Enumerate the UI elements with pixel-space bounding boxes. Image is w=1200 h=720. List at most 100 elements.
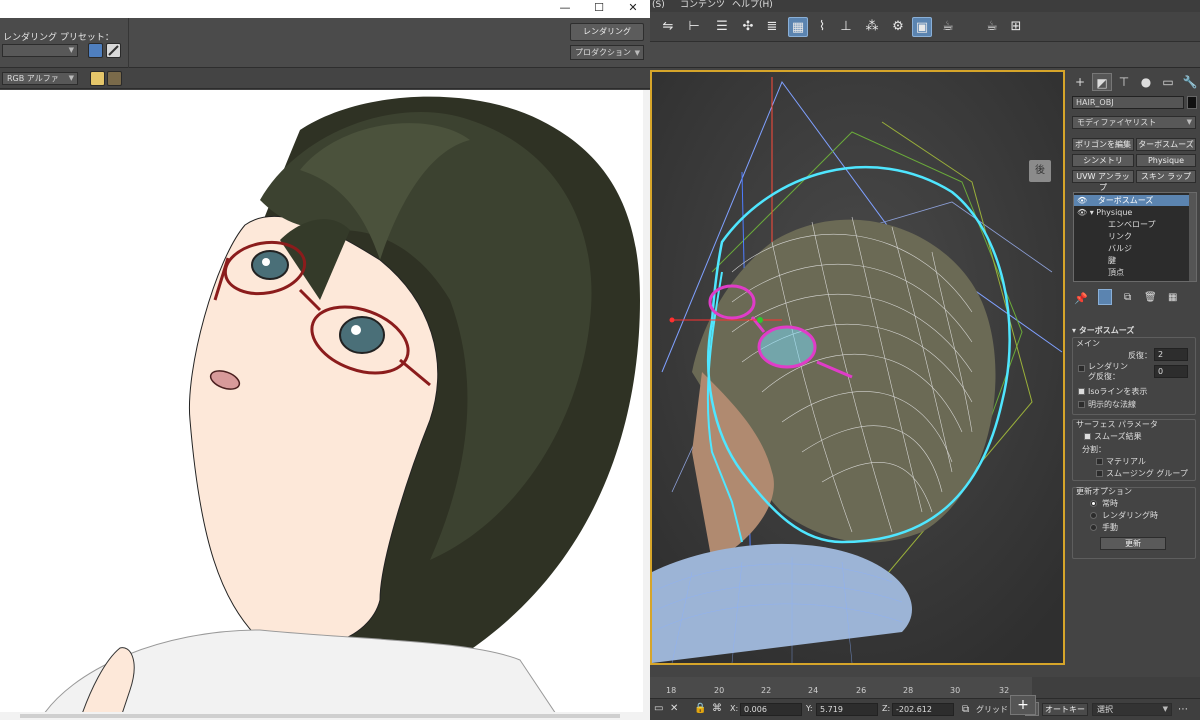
timeline-tick: 18 [666, 686, 677, 695]
preset-settings-icon[interactable] [106, 43, 121, 58]
stack-sub-vertex[interactable]: 頂点 [1074, 267, 1190, 278]
render-activeshade-icon[interactable]: ☕ [982, 17, 1002, 37]
material-checkbox[interactable] [1096, 458, 1103, 465]
modifier-button-physique[interactable]: Physique [1136, 154, 1196, 167]
z-coordinate-field[interactable]: -202.612 [892, 703, 954, 716]
menu-item-help[interactable]: ヘルプ(H) [732, 0, 773, 11]
preset-save-icon[interactable] [88, 43, 103, 58]
make-unique-icon[interactable]: ⧉ [1124, 292, 1131, 303]
schematic-view-icon[interactable]: ⌇ [812, 17, 832, 37]
maximize-button[interactable]: ☐ [582, 0, 616, 18]
modifier-button-skin-wrap[interactable]: スキン ラップ [1136, 170, 1196, 183]
object-color-swatch[interactable] [1187, 96, 1197, 109]
chevron-down-icon: ▼ [1186, 118, 1192, 126]
z-label: Z: [882, 704, 891, 713]
timeline[interactable]: 18 20 22 24 26 28 30 32 [650, 677, 1032, 698]
object-name-field[interactable]: HAIR_OBJ [1072, 96, 1184, 109]
render-iters-spinner[interactable]: 0 [1154, 365, 1188, 378]
render-button[interactable]: レンダリング [570, 23, 644, 41]
update-always-radio[interactable] [1090, 500, 1097, 507]
modifier-button-symmetry[interactable]: シンメトリ [1072, 154, 1134, 167]
stack-sub-link[interactable]: リンク [1074, 231, 1190, 242]
expand-icon[interactable]: ▾ [1090, 208, 1094, 217]
absolute-mode-icon[interactable]: ⌘ [712, 703, 722, 714]
curve-editor-icon[interactable]: ▦ [788, 17, 808, 37]
render-horizontal-scrollbar[interactable] [0, 712, 643, 720]
update-manual-radio[interactable] [1090, 524, 1097, 531]
render-iters-label: レンダリング反復： [1088, 362, 1128, 381]
eye-icon[interactable]: 👁 [1074, 196, 1087, 205]
isolate-icon[interactable]: ✕ [670, 703, 678, 714]
render-setup-icon[interactable]: ⁂ [862, 17, 882, 37]
grid-icon: ⧉ [962, 704, 970, 715]
modifier-button-turbosmooth[interactable]: ターボスムーズ [1136, 138, 1196, 151]
ribbon-icon[interactable]: ≣ [762, 17, 782, 37]
viewcube[interactable]: 後 [1029, 160, 1051, 182]
motion-tab-icon[interactable]: ● [1136, 73, 1156, 91]
remove-modifier-icon[interactable]: 🗑 [1144, 292, 1157, 303]
isoline-checkbox[interactable] [1078, 388, 1085, 395]
render-frame-icon[interactable]: ⚙ [888, 17, 908, 37]
smoothing-group-checkbox[interactable] [1096, 470, 1103, 477]
minimize-button[interactable]: — [548, 0, 582, 18]
a360-icon[interactable]: ⊞ [1006, 17, 1026, 37]
channel-label: RGB アルファ [7, 74, 59, 83]
add-key-icon[interactable]: + [1010, 695, 1036, 715]
display-tab-icon[interactable]: ▭ [1158, 73, 1178, 91]
lock-icon[interactable]: 🔒 [694, 703, 706, 714]
close-button[interactable]: ✕ [616, 0, 650, 18]
key-filters-icon[interactable]: ⋯ [1178, 704, 1188, 715]
stack-scrollbar[interactable] [1189, 193, 1196, 281]
configure-sets-icon[interactable]: ▦ [1168, 292, 1177, 303]
hierarchy-tab-icon[interactable]: ⊤ [1114, 73, 1134, 91]
surface-params-label: サーフェス パラメータ [1076, 420, 1158, 429]
show-end-result-icon[interactable] [1098, 289, 1112, 305]
render-vertical-scrollbar[interactable] [643, 90, 650, 720]
stack-sub-tendon[interactable]: 腱 [1074, 255, 1190, 266]
utilities-tab-icon[interactable]: 🔧 [1180, 73, 1200, 91]
modifier-button-uvw-unwrap[interactable]: UVW アンラップ [1072, 170, 1134, 192]
auto-key-button[interactable]: オートキー [1042, 703, 1088, 716]
menu-item-scripting[interactable]: (S) [652, 0, 665, 11]
render-frame-window: — ☐ ✕ レンダリング プリセット： ▼ レンダリング プロダクション ▼ RG… [0, 0, 650, 720]
update-button[interactable]: 更新 [1100, 537, 1166, 550]
selection-set-dropdown[interactable]: 選択 ▼ [1092, 703, 1172, 716]
perspective-viewport[interactable]: 後 [650, 70, 1065, 665]
render-iters-checkbox[interactable] [1078, 365, 1085, 372]
update-render-radio[interactable] [1090, 512, 1097, 519]
align-icon[interactable]: ⊢ [684, 17, 704, 37]
eye-icon[interactable]: 👁 [1074, 208, 1087, 217]
render-preset-dropdown[interactable]: ▼ [2, 44, 78, 57]
rollout-title[interactable]: ▾ ターボスムーズ [1072, 325, 1134, 336]
menu-item-content[interactable]: コンテンツ [680, 0, 725, 11]
stack-sub-bulge[interactable]: バルジ [1074, 243, 1190, 254]
iterations-spinner[interactable]: 2 [1154, 348, 1188, 361]
pin-stack-icon[interactable]: 📌 [1074, 292, 1088, 305]
y-coordinate-field[interactable]: 5.719 [816, 703, 878, 716]
timeline-tick: 28 [903, 686, 914, 695]
render-iterative-icon[interactable]: ☕ [938, 17, 958, 37]
modify-tab-icon[interactable]: ◩ [1092, 73, 1112, 91]
display-alpha-icon[interactable] [90, 71, 105, 86]
material-editor-icon[interactable]: ⊥ [836, 17, 856, 37]
diagonal-icon [108, 45, 119, 56]
scroll-thumb[interactable] [20, 714, 620, 718]
production-dropdown[interactable]: プロダクション ▼ [570, 45, 644, 60]
smooth-result-checkbox[interactable] [1084, 433, 1091, 440]
scene-explorer-icon[interactable]: ✣ [738, 17, 758, 37]
selection-set-label: 選択 [1097, 705, 1113, 714]
mono-display-icon[interactable] [107, 71, 122, 86]
stack-item-turbosmooth[interactable]: 👁 ターボスムーズ [1074, 195, 1190, 206]
create-tab-icon[interactable]: + [1070, 73, 1090, 91]
x-coordinate-field[interactable]: 0.006 [740, 703, 802, 716]
layer-manager-icon[interactable]: ☰ [712, 17, 732, 37]
stack-sub-envelope[interactable]: エンベロープ [1074, 219, 1190, 230]
render-production-icon[interactable]: ▣ [912, 17, 932, 37]
mirror-icon[interactable]: ⇋ [658, 17, 678, 37]
selection-lock-icon[interactable]: ▭ [654, 703, 663, 714]
channel-dropdown[interactable]: RGB アルファ ▼ [2, 72, 78, 85]
stack-item-physique[interactable]: 👁 ▾ Physique [1074, 207, 1190, 218]
modifier-button-edit-poly[interactable]: ポリゴンを編集 [1072, 138, 1134, 151]
modifier-list-dropdown[interactable]: モディファイヤリスト ▼ [1072, 116, 1196, 129]
explicit-normals-checkbox[interactable] [1078, 401, 1085, 408]
